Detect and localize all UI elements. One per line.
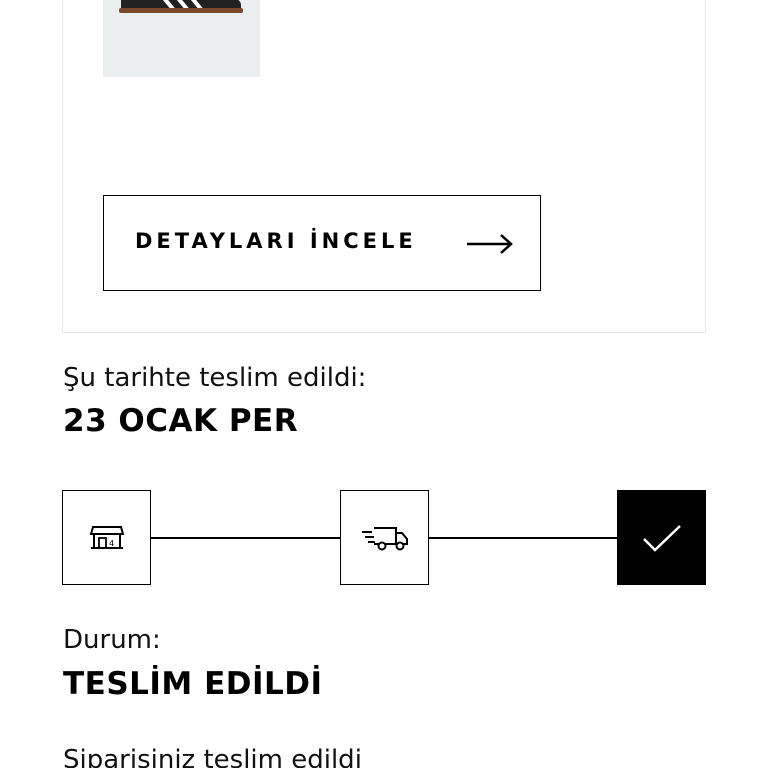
order-progress-tracker: 4: [62, 490, 706, 585]
delivery-date-caption: Şu tarihte teslim edildi:: [63, 363, 367, 393]
progress-connector: [151, 537, 340, 539]
checkmark-icon: [642, 524, 681, 552]
view-details-label: DETAYLARI İNCELE: [135, 229, 417, 253]
status-value: TESLİM EDİLDİ: [63, 666, 323, 702]
product-image[interactable]: [103, 0, 260, 77]
sneaker-image: [119, 0, 243, 13]
svg-text:4: 4: [109, 539, 114, 548]
status-caption: Durum:: [63, 625, 161, 655]
view-details-button[interactable]: DETAYLARI İNCELE: [103, 195, 541, 291]
delivery-truck-icon: [361, 526, 408, 550]
order-status-message: Siparişiniz teslim edildi: [63, 745, 362, 768]
order-tracking-page: DETAYLARI İNCELE Şu tarihte teslim edild…: [0, 0, 768, 768]
delivery-date: 23 OCAK PER: [63, 403, 299, 439]
arrow-right-icon: [467, 234, 513, 254]
order-item-card: DETAYLARI İNCELE: [62, 0, 706, 333]
store-icon: 4: [89, 525, 124, 549]
step-order-placed: 4: [62, 490, 151, 585]
progress-connector: [429, 537, 617, 539]
step-shipped: [340, 490, 429, 585]
step-delivered: [617, 490, 706, 585]
